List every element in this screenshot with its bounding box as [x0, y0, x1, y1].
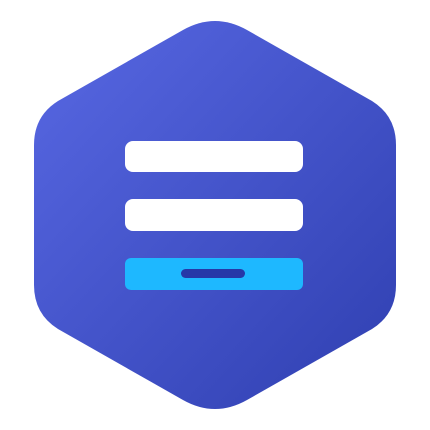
form-field-middle	[125, 199, 303, 231]
form-hexagon-icon	[34, 21, 396, 409]
form-field-top	[125, 141, 303, 172]
submit-button-line	[181, 269, 245, 278]
logo-canvas	[0, 0, 430, 430]
